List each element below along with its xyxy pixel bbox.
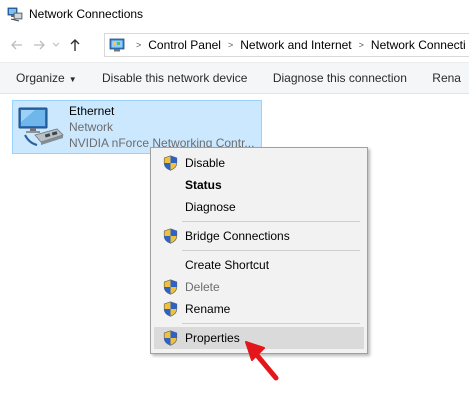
command-bar: Organize ▼ Disable this network device Di… [0,62,469,94]
context-menu: Disable Status Diagnose Bridge Connectio… [150,147,368,354]
network-connections-icon [7,7,23,22]
menu-item-rename[interactable]: Rename [154,298,364,320]
menu-item-label: Disable [185,156,226,170]
menu-separator [182,221,360,222]
menu-item-status[interactable]: Status [154,174,364,196]
menu-item-create-shortcut[interactable]: Create Shortcut [154,254,364,276]
uac-shield-icon [163,155,178,171]
breadcrumb-separator[interactable]: > [136,40,141,50]
uac-shield-icon [163,279,178,295]
arrow-left-icon [11,40,22,50]
menu-item-label: Diagnose [185,200,236,214]
uac-shield-icon [163,228,178,244]
back-button[interactable] [6,34,28,56]
menu-item-diagnose[interactable]: Diagnose [154,196,364,218]
diagnose-connection-button[interactable]: Diagnose this connection [265,71,415,85]
title-bar: Network Connections [0,0,469,28]
chevron-down-icon [52,42,60,47]
menu-separator [182,323,360,324]
menu-item-disable[interactable]: Disable [154,152,364,174]
breadcrumb-separator[interactable]: > [228,40,233,50]
organize-button[interactable]: Organize ▼ [8,71,85,85]
menu-item-label: Bridge Connections [185,229,290,243]
breadcrumb-network-connections[interactable]: Network Connecti [371,38,466,52]
menu-item-label: Rename [185,302,231,316]
address-bar[interactable]: > Control Panel > Network and Internet >… [104,33,469,57]
network-connections-window: Network Connections > Control Panel > Ne… [0,0,469,400]
menu-item-label: Delete [185,280,220,294]
breadcrumb-network-and-internet[interactable]: Network and Internet [240,38,351,52]
ethernet-connection-item[interactable]: Ethernet Network NVIDIA nForce Networkin… [12,100,262,154]
red-arrow-annotation-icon [245,341,279,381]
breadcrumb-separator[interactable]: > [359,40,364,50]
disable-device-button[interactable]: Disable this network device [94,71,255,85]
connection-status: Network [69,120,114,134]
navigation-row: > Control Panel > Network and Internet >… [0,30,469,60]
menu-item-delete[interactable]: Delete [154,276,364,298]
caret-down-icon: ▼ [68,75,77,84]
menu-item-bridge-connections[interactable]: Bridge Connections [154,225,364,247]
up-button[interactable] [64,34,86,56]
ethernet-adapter-icon [18,107,64,146]
connection-name: Ethernet [69,104,115,118]
arrow-up-icon [70,39,80,51]
arrow-right-icon [34,40,45,50]
menu-item-label: Properties [185,331,240,345]
organize-label: Organize [16,71,65,85]
forward-button[interactable] [28,34,50,56]
uac-shield-icon [163,301,178,317]
recent-locations-button[interactable] [50,34,62,56]
control-panel-icon [109,38,125,52]
uac-shield-icon [163,330,178,346]
menu-item-label: Create Shortcut [185,258,270,272]
breadcrumb-control-panel[interactable]: Control Panel [148,38,221,52]
menu-item-label: Status [185,178,222,192]
menu-separator [182,250,360,251]
window-title: Network Connections [29,7,144,21]
rename-connection-button[interactable]: Rena [424,71,469,85]
